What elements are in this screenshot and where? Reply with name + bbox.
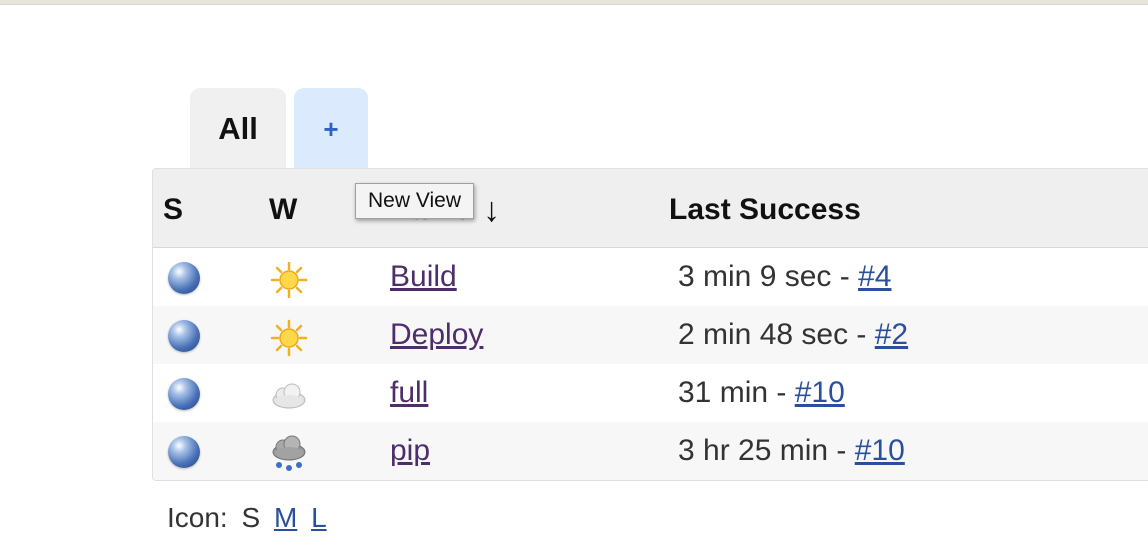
last-success: 3 min 9 sec - #4 — [678, 260, 891, 294]
top-divider — [0, 0, 1148, 5]
plus-icon: + — [323, 113, 339, 144]
last-success-text: 3 min 9 sec - — [678, 260, 859, 293]
icon-size-large-link[interactable]: L — [311, 502, 327, 533]
blue-ball-icon — [168, 320, 200, 352]
job-link-pip[interactable]: pip — [390, 434, 430, 468]
build-link[interactable]: #10 — [855, 434, 905, 467]
icon-size-medium-link[interactable]: M — [274, 502, 297, 533]
last-success-text: 2 min 48 sec - — [678, 318, 875, 351]
table-row: full 31 min - #10 — [153, 364, 1148, 422]
jobs-table: S W Name ↓ Last Success Build 3 min 9 se… — [152, 168, 1148, 481]
icon-size-legend: Icon: S M L — [167, 502, 327, 534]
sort-descending-icon: ↓ — [483, 191, 500, 229]
job-link-build[interactable]: Build — [390, 260, 457, 294]
last-success: 31 min - #10 — [678, 376, 845, 410]
last-success: 3 hr 25 min - #10 — [678, 434, 905, 468]
blue-ball-icon — [168, 262, 200, 294]
build-link[interactable]: #10 — [795, 376, 845, 409]
raining-icon — [272, 435, 306, 471]
job-link-full[interactable]: full — [390, 376, 428, 410]
last-success-text: 3 hr 25 min - — [678, 434, 855, 467]
job-link-deploy[interactable]: Deploy — [390, 318, 483, 352]
icon-size-small: S — [241, 502, 261, 533]
table-row: pip 3 hr 25 min - #10 — [153, 422, 1148, 480]
sunny-icon — [270, 319, 308, 357]
new-view-tooltip: New View — [355, 183, 474, 219]
build-link[interactable]: #4 — [858, 260, 891, 293]
blue-ball-icon — [168, 436, 200, 468]
table-header: S W Name ↓ Last Success — [153, 169, 1148, 248]
column-header-weather[interactable]: W — [269, 193, 297, 227]
tab-all-label: All — [218, 111, 258, 146]
last-success: 2 min 48 sec - #2 — [678, 318, 908, 352]
build-link[interactable]: #2 — [875, 318, 908, 351]
table-row: Build 3 min 9 sec - #4 — [153, 248, 1148, 306]
sunny-icon — [270, 261, 308, 299]
blue-ball-icon — [168, 378, 200, 410]
cloudy-icon — [272, 383, 306, 409]
new-view-tab[interactable]: + — [294, 88, 368, 170]
column-header-status[interactable]: S — [163, 193, 183, 227]
column-header-last-success[interactable]: Last Success — [669, 193, 861, 227]
last-success-text: 31 min - — [678, 376, 795, 409]
icon-size-label: Icon: — [167, 502, 228, 533]
tab-all[interactable]: All — [190, 88, 286, 170]
table-row: Deploy 2 min 48 sec - #2 — [153, 306, 1148, 364]
